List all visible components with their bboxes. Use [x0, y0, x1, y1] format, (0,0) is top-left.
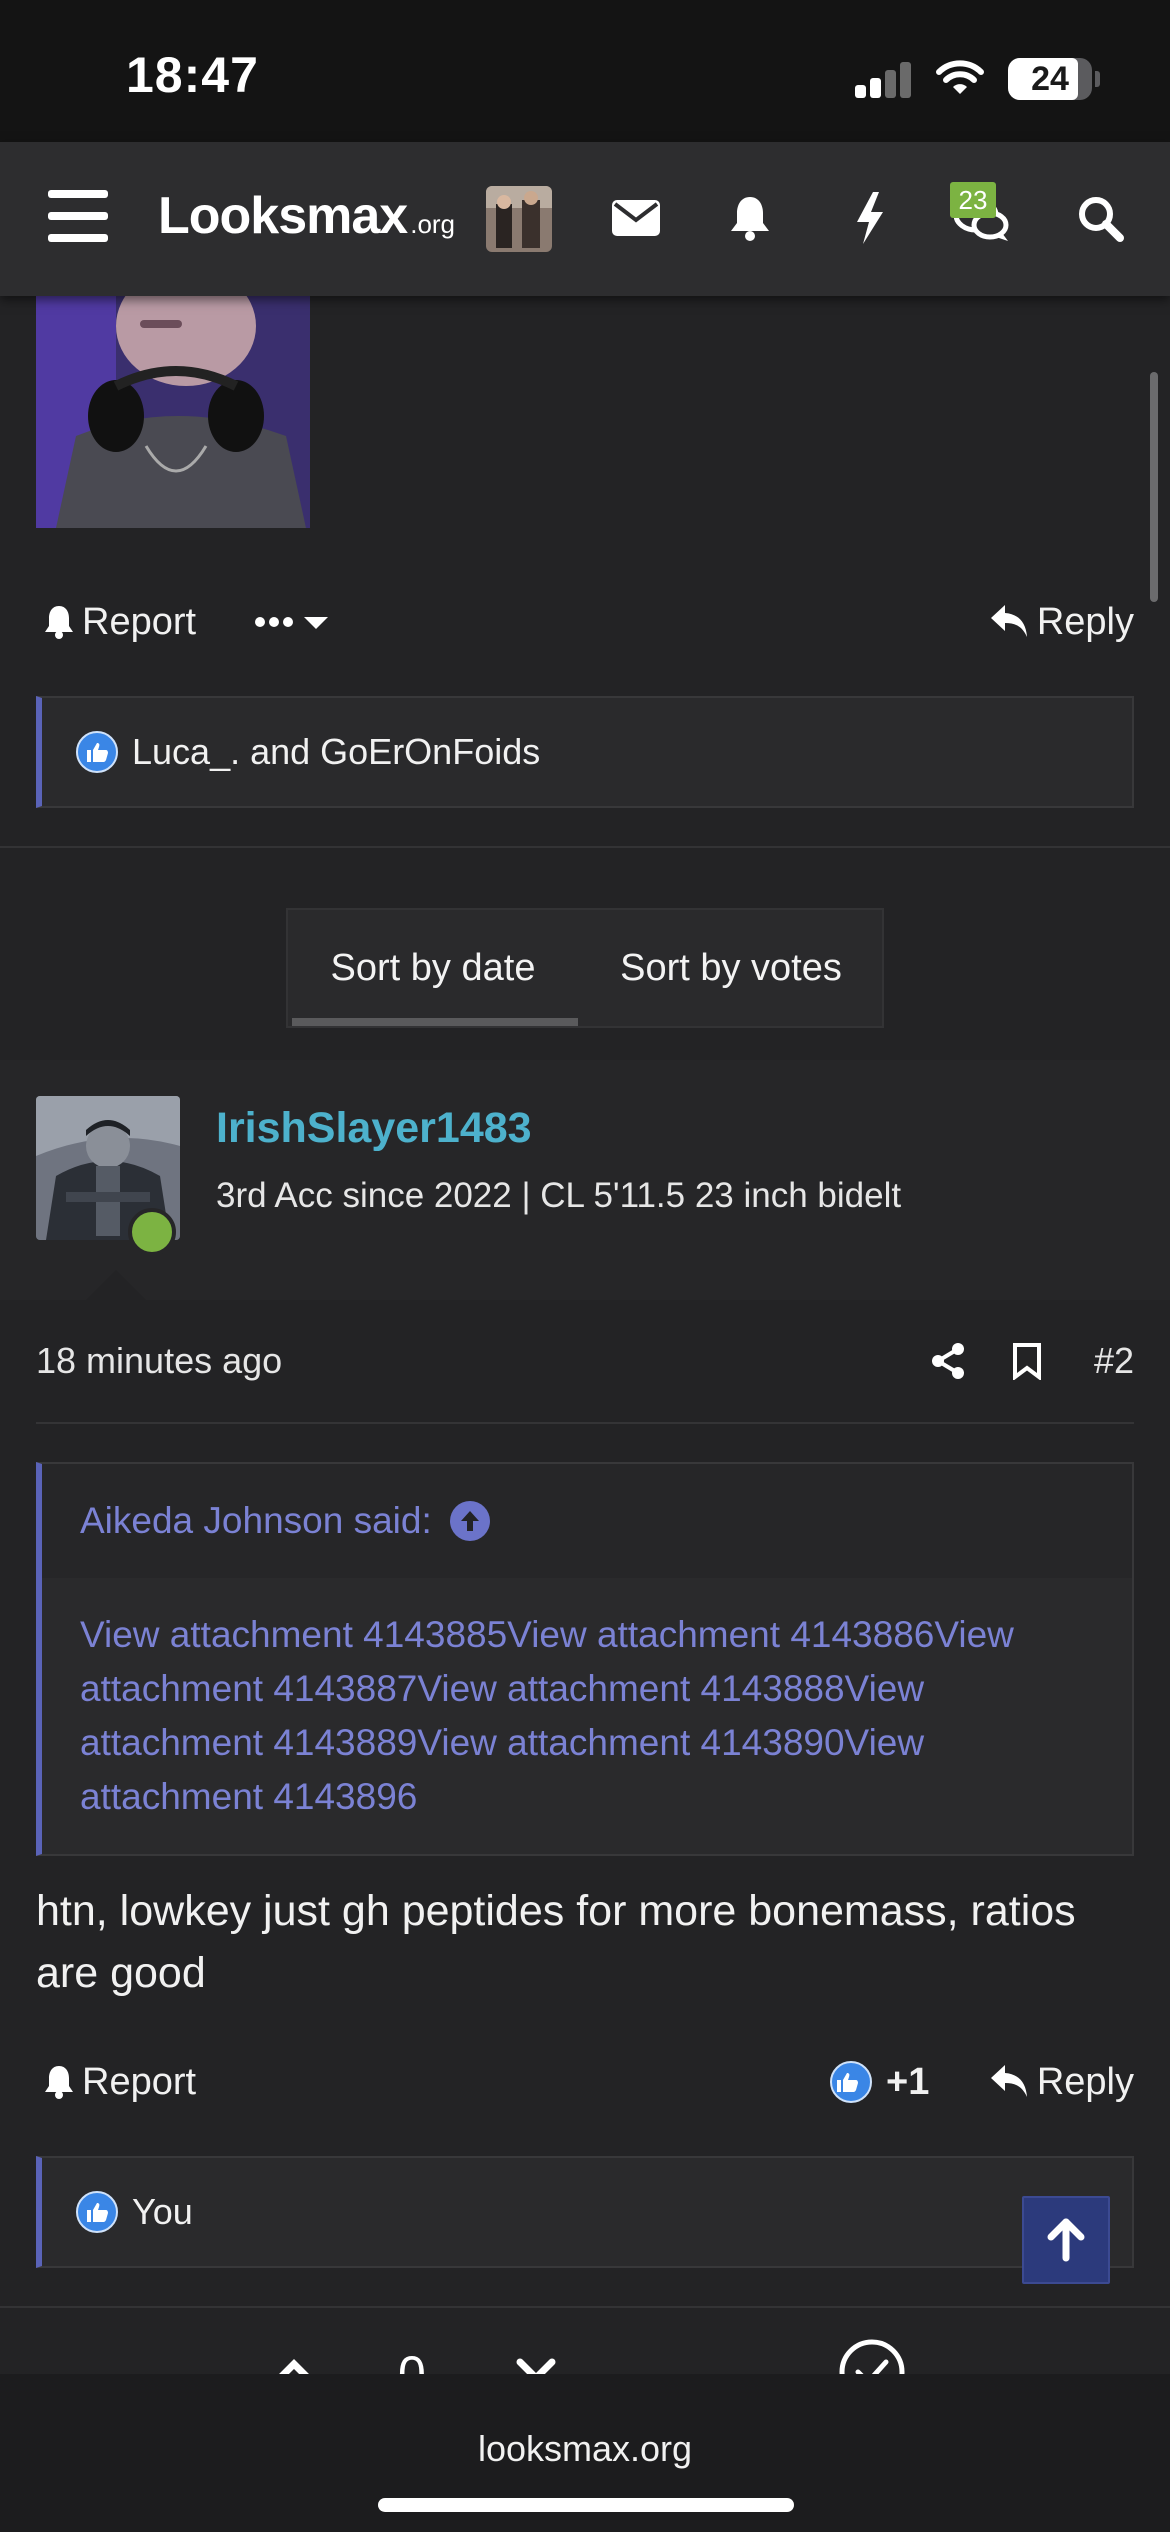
status-bar: 18:47 24 [0, 0, 1170, 142]
report-button[interactable]: Report [44, 2052, 196, 2112]
search-icon[interactable] [1070, 188, 1130, 248]
vote-score: 0 [398, 2346, 426, 2376]
post-number-link[interactable]: #2 [1094, 1334, 1134, 1388]
post-image[interactable] [36, 296, 310, 528]
quote-attachments[interactable]: View attachment 4143885View attachment 4… [80, 1608, 1092, 1824]
site-logo[interactable]: Looksmax .org [158, 186, 455, 246]
bell-icon[interactable] [720, 188, 780, 248]
post1-actions: Report Reply [36, 592, 1134, 652]
post1-reactions-bar[interactable]: Luca_. and GoErOnFoids [36, 696, 1134, 808]
reply-button[interactable]: Reply [990, 2052, 1134, 2112]
like-icon [76, 731, 118, 773]
reactions-text[interactable]: Luca_. and GoErOnFoids [132, 731, 540, 773]
post2-actions: Report +1 Reply [36, 2052, 1134, 2112]
post2-meta: 18 minutes ago #2 [36, 1334, 1134, 1388]
quote-header[interactable]: Aikeda Johnson said: [42, 1464, 1132, 1578]
like-button[interactable]: +1 [830, 2052, 929, 2112]
post-timestamp[interactable]: 18 minutes ago [36, 1340, 282, 1381]
user-title: 3rd Acc since 2022 | CL 5'11.5 23 inch b… [216, 1176, 902, 1215]
scroll-to-top-button[interactable] [1022, 2196, 1110, 2284]
vote-row: 0 [0, 2310, 1170, 2376]
reactions-text[interactable]: You [132, 2191, 193, 2233]
reply-arrow-icon [990, 2065, 1027, 2097]
tab-sort-by-votes[interactable]: Sort by votes [578, 910, 884, 1026]
check-circle-icon[interactable] [838, 2338, 906, 2376]
more-options-button[interactable] [254, 592, 338, 652]
like-count: +1 [886, 2060, 930, 2103]
reply-button[interactable]: Reply [990, 592, 1134, 652]
status-time: 18:47 [126, 47, 259, 103]
quote-block: Aikeda Johnson said: View attachment 414… [36, 1462, 1134, 1856]
sort-tabs: Sort by date Sort by votes [286, 908, 884, 1028]
site-navbar: Looksmax .org 23 [0, 142, 1170, 296]
post2-reactions-bar[interactable]: You [36, 2156, 1134, 2268]
upvote-icon[interactable] [274, 2354, 314, 2376]
home-indicator[interactable] [378, 2498, 794, 2512]
browser-bottom-bar: looksmax.org [0, 2374, 1170, 2532]
arrow-up-circle-icon[interactable] [449, 1501, 490, 1541]
mail-icon[interactable] [606, 188, 666, 248]
conversations-badge: 23 [950, 182, 996, 218]
downvote-icon[interactable] [516, 2354, 556, 2376]
post-username[interactable]: IrishSlayer1483 [216, 1104, 532, 1153]
wifi-icon [936, 60, 984, 94]
bookmark-icon[interactable] [1012, 1334, 1042, 1388]
tab-sort-by-date[interactable]: Sort by date [288, 910, 578, 1026]
lightning-icon[interactable] [840, 188, 900, 248]
menu-icon[interactable] [48, 190, 108, 242]
cellular-signal-icon [855, 62, 913, 98]
arrow-up-icon [1047, 2218, 1085, 2262]
quote-author[interactable]: Aikeda Johnson said: [80, 1500, 432, 1542]
like-icon [830, 2061, 872, 2103]
account-avatar[interactable] [486, 186, 552, 252]
report-button[interactable]: Report [44, 592, 196, 652]
active-tab-indicator [292, 1018, 578, 1026]
battery-icon: 24 [1008, 58, 1092, 100]
bell-icon [45, 2066, 73, 2099]
online-status-dot [128, 1208, 176, 1256]
battery-level: 24 [1031, 60, 1069, 98]
ellipsis-chevron-icon [255, 617, 328, 629]
post-body: htn, lowkey just gh peptides for more bo… [36, 1887, 1076, 1997]
reply-arrow-icon [990, 605, 1027, 637]
browser-url[interactable]: looksmax.org [0, 2428, 1170, 2470]
bell-icon [45, 606, 73, 639]
page-scrollbar[interactable] [1150, 372, 1158, 602]
share-icon[interactable] [930, 1334, 966, 1388]
like-icon [76, 2191, 118, 2233]
